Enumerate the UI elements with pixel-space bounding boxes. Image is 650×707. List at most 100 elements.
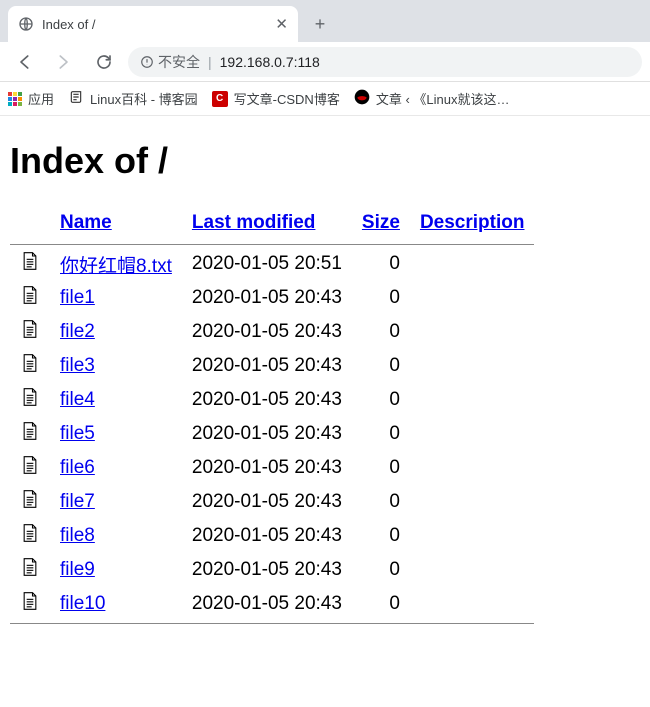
- close-icon[interactable]: ✕: [275, 15, 288, 33]
- file-icon: [10, 587, 50, 621]
- file-description: [410, 451, 535, 485]
- file-size: 0: [352, 553, 410, 587]
- file-link[interactable]: file4: [60, 389, 95, 410]
- col-size[interactable]: Size: [362, 212, 400, 233]
- file-modified: 2020-01-05 20:43: [182, 519, 352, 553]
- globe-icon: [18, 16, 34, 32]
- file-size: 0: [352, 247, 410, 281]
- table-row: file3 2020-01-05 20:430: [10, 349, 534, 383]
- file-modified: 2020-01-05 20:43: [182, 587, 352, 621]
- apps-button[interactable]: 应用: [8, 89, 54, 108]
- file-description: [410, 417, 535, 451]
- file-size: 0: [352, 587, 410, 621]
- file-modified: 2020-01-05 20:43: [182, 451, 352, 485]
- table-row: file10 2020-01-05 20:430: [10, 587, 534, 621]
- col-description[interactable]: Description: [420, 212, 525, 233]
- bookmark-favicon: [68, 89, 84, 108]
- table-row: file9 2020-01-05 20:430: [10, 553, 534, 587]
- tab-title: Index of /: [42, 17, 267, 32]
- bookmarks-bar: 应用 Linux百科 - 博客园 C 写文章-CSDN博客 文章 ‹ 《Linux就该…: [0, 82, 650, 116]
- col-modified[interactable]: Last modified: [192, 212, 316, 233]
- file-icon: [10, 383, 50, 417]
- file-modified: 2020-01-05 20:51: [182, 247, 352, 281]
- file-size: 0: [352, 519, 410, 553]
- url-text: 192.168.0.7:118: [220, 54, 320, 70]
- file-link[interactable]: file10: [60, 593, 105, 614]
- bookmark-favicon: C: [212, 91, 228, 107]
- file-description: [410, 519, 535, 553]
- table-row: file1 2020-01-05 20:430: [10, 281, 534, 315]
- forward-button[interactable]: [48, 46, 80, 78]
- table-row: file2 2020-01-05 20:430: [10, 315, 534, 349]
- file-link[interactable]: file3: [60, 355, 95, 376]
- file-icon: [10, 485, 50, 519]
- file-size: 0: [352, 281, 410, 315]
- file-description: [410, 485, 535, 519]
- reload-button[interactable]: [88, 46, 120, 78]
- file-link[interactable]: file7: [60, 491, 95, 512]
- bookmark-label: 写文章-CSDN博客: [234, 89, 340, 108]
- file-icon: [10, 417, 50, 451]
- file-modified: 2020-01-05 20:43: [182, 281, 352, 315]
- file-link[interactable]: file1: [60, 287, 95, 308]
- file-modified: 2020-01-05 20:43: [182, 315, 352, 349]
- col-name[interactable]: Name: [60, 212, 112, 233]
- table-row: file42020-01-05 20:430: [10, 383, 534, 417]
- file-link[interactable]: file6: [60, 457, 95, 478]
- bookmark-item[interactable]: Linux百科 - 博客园: [68, 89, 198, 108]
- directory-listing: Name Last modified Size Description 你好红帽…: [10, 206, 534, 626]
- file-description: [410, 587, 535, 621]
- address-bar[interactable]: 不安全 | 192.168.0.7:118: [128, 47, 642, 77]
- file-modified: 2020-01-05 20:43: [182, 553, 352, 587]
- page-content: Index of / Name Last modified Size Descr…: [0, 116, 650, 636]
- insecure-badge: 不安全: [140, 52, 200, 72]
- apps-label: 应用: [28, 89, 54, 108]
- new-tab-button[interactable]: +: [306, 10, 334, 38]
- file-description: [410, 349, 535, 383]
- bookmark-label: Linux百科 - 博客园: [90, 89, 198, 108]
- table-row: file6 2020-01-05 20:430: [10, 451, 534, 485]
- file-description: [410, 383, 535, 417]
- divider: |: [208, 54, 212, 70]
- file-modified: 2020-01-05 20:43: [182, 349, 352, 383]
- file-icon: [10, 281, 50, 315]
- file-size: 0: [352, 451, 410, 485]
- file-modified: 2020-01-05 20:43: [182, 485, 352, 519]
- file-size: 0: [352, 417, 410, 451]
- table-row: file7 2020-01-05 20:430: [10, 485, 534, 519]
- column-header-row: Name Last modified Size Description: [10, 206, 534, 242]
- table-row: file8 2020-01-05 20:430: [10, 519, 534, 553]
- bookmark-item[interactable]: 文章 ‹ 《Linux就该这…: [354, 89, 510, 108]
- file-icon: [10, 553, 50, 587]
- file-size: 0: [352, 485, 410, 519]
- file-icon: [10, 315, 50, 349]
- browser-toolbar: 不安全 | 192.168.0.7:118: [0, 42, 650, 82]
- file-icon: [10, 349, 50, 383]
- file-link[interactable]: file5: [60, 423, 95, 444]
- file-modified: 2020-01-05 20:43: [182, 383, 352, 417]
- file-icon: [10, 451, 50, 485]
- insecure-label: 不安全: [158, 52, 200, 72]
- table-row: 你好红帽8.txt 2020-01-05 20:510: [10, 247, 534, 281]
- file-size: 0: [352, 315, 410, 349]
- file-description: [410, 281, 535, 315]
- file-size: 0: [352, 349, 410, 383]
- apps-icon: [8, 92, 22, 106]
- file-description: [410, 247, 535, 281]
- file-link[interactable]: file2: [60, 321, 95, 342]
- table-row: file5 2020-01-05 20:430: [10, 417, 534, 451]
- file-link[interactable]: 你好红帽8.txt: [60, 256, 172, 277]
- bookmark-item[interactable]: C 写文章-CSDN博客: [212, 89, 340, 108]
- file-link[interactable]: file8: [60, 525, 95, 546]
- file-link[interactable]: file9: [60, 559, 95, 580]
- browser-tab[interactable]: Index of / ✕: [8, 6, 298, 42]
- bookmark-favicon: [354, 89, 370, 108]
- bookmark-label: 文章 ‹ 《Linux就该这…: [376, 89, 510, 108]
- file-description: [410, 553, 535, 587]
- tab-bar: Index of / ✕ +: [0, 0, 650, 42]
- back-button[interactable]: [8, 46, 40, 78]
- file-icon: [10, 247, 50, 281]
- file-description: [410, 315, 535, 349]
- page-title: Index of /: [10, 140, 640, 182]
- file-modified: 2020-01-05 20:43: [182, 417, 352, 451]
